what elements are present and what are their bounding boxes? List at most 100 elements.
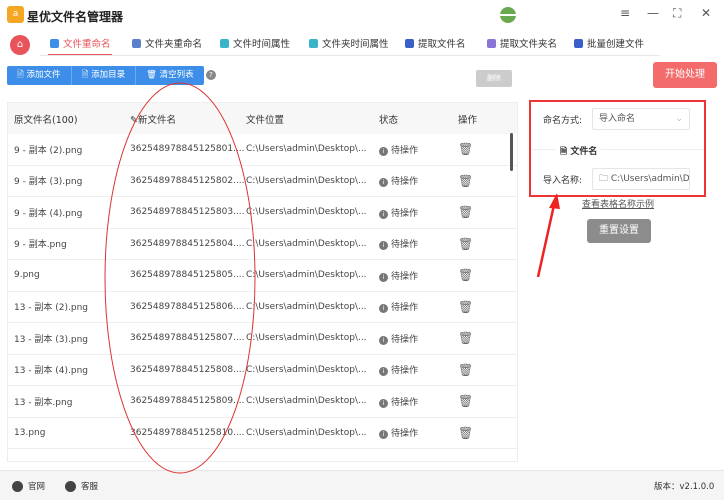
chevron-down-icon: ⌄	[675, 114, 683, 124]
table-row[interactable]: 9 - 副本.png 362548978845125804.... C:\Use…	[8, 229, 517, 260]
table-header: 原文件名(100) ✎新文件名 文件位置 状态 操作	[8, 103, 517, 134]
trash-icon[interactable]: 🗑	[458, 174, 473, 188]
trash-icon[interactable]: 🗑	[458, 394, 473, 408]
tab-4[interactable]: 提取文件名	[405, 36, 466, 50]
maximize-button[interactable]: ⛶	[673, 6, 681, 21]
tab-3[interactable]: 文件夹时间属性	[309, 36, 389, 50]
new-name: 362548978845125809....	[130, 396, 245, 407]
original-name: 9 - 副本 (2).png	[14, 145, 83, 156]
table-row[interactable]: 13 - 副本.png 362548978845125809.... C:\Us…	[8, 386, 517, 418]
header-new-name[interactable]: ✎新文件名	[130, 112, 176, 126]
status: i 待操作	[379, 174, 419, 188]
new-name: 362548978845125810....	[130, 427, 245, 438]
customer-service-link[interactable]: 客服	[65, 480, 98, 492]
tab-icon	[405, 38, 414, 48]
import-path-input[interactable]: 🗀 C:\Users\admin\Desktop	[592, 168, 690, 190]
website-link[interactable]: 官网	[12, 480, 45, 492]
tab-label: 文件时间属性	[233, 39, 291, 50]
table-row[interactable]: 9 - 副本 (4).png 362548978845125803.... C:…	[8, 197, 517, 229]
folder-icon: 🗀	[599, 174, 611, 184]
tab-2[interactable]: 文件时间属性	[220, 36, 290, 50]
info-icon: i	[379, 272, 388, 282]
file-location: C:\Users\admin\Desktop\...	[246, 207, 367, 218]
table-row[interactable]: 9 - 副本 (3).png 362548978845125802.... C:…	[8, 166, 517, 197]
file-location: C:\Users\admin\Desktop\...	[246, 301, 367, 312]
table-row[interactable]: 13 - 副本 (3).png 362548978845125807.... C…	[8, 323, 517, 355]
example-link[interactable]: 查看表格名称示例	[582, 197, 654, 210]
file-location: C:\Users\admin\Desktop\...	[246, 364, 367, 375]
start-processing-button[interactable]: 开始处理	[653, 62, 717, 88]
reset-settings-button[interactable]: 重置设置	[587, 219, 651, 243]
tab-label: 提取文件名	[418, 39, 466, 50]
annotation-arrow	[536, 204, 556, 278]
divider	[40, 55, 660, 56]
trash-icon[interactable]: 🗑	[458, 268, 473, 282]
table-row[interactable]: 13 - 副本 (4).png 362548978845125808.... C…	[8, 355, 517, 386]
info-icon: i	[379, 209, 388, 219]
original-name: 9.png	[14, 270, 40, 281]
close-button[interactable]: ✕	[701, 6, 711, 20]
status-label: 待操作	[391, 145, 419, 156]
chat-icon	[65, 480, 76, 492]
tab-icon	[132, 38, 141, 48]
clear-list-button[interactable]: 🗑 清空列表	[136, 66, 204, 85]
status: i 待操作	[379, 143, 418, 156]
minimize-button[interactable]: —	[647, 6, 659, 20]
section-label: 文件名	[570, 147, 598, 157]
info-icon: i	[379, 398, 388, 408]
tab-0[interactable]: 文件重命名	[50, 36, 111, 50]
status: i 待操作	[379, 332, 418, 345]
trash-icon[interactable]: 🗑	[458, 237, 473, 251]
edit-icon: ✎	[130, 114, 138, 126]
trash-icon[interactable]: 🗑	[458, 142, 473, 156]
status: i 待操作	[379, 300, 418, 314]
status: i 待操作	[379, 363, 419, 377]
trash-icon[interactable]: 🗑	[458, 205, 473, 219]
naming-mode-select[interactable]: 导入命名 ⌄	[592, 108, 690, 130]
tab-6[interactable]: 批量创建文件	[574, 36, 644, 50]
table-row[interactable]: 13.png 362548978845125810.... C:\Users\a…	[8, 418, 517, 449]
user-avatar[interactable]	[500, 7, 516, 23]
status: i 待操作	[379, 426, 419, 440]
add-directory-button[interactable]: 🗎 添加目录	[72, 66, 137, 85]
toolbar: 🗎 添加文件 🗎 添加目录 🗑 清空列表	[7, 66, 204, 85]
table-row[interactable]: 13 - 副本 (2).png 362548978845125806.... C…	[8, 292, 517, 323]
trash-icon[interactable]: 🗑	[458, 363, 473, 377]
tab-icon	[309, 38, 318, 48]
header-original-name[interactable]: 原文件名(100)	[14, 112, 78, 126]
website-label: 官网	[28, 482, 46, 492]
status-label: 待操作	[391, 177, 419, 188]
new-name: 362548978845125806....	[130, 301, 245, 312]
help-icon[interactable]: ?	[206, 70, 216, 80]
tab-5[interactable]: 提取文件夹名	[487, 36, 557, 50]
tab-1[interactable]: 文件夹重命名	[132, 36, 202, 50]
trash-icon[interactable]: 🗑	[458, 300, 473, 314]
original-name: 9 - 副本.png	[14, 240, 67, 251]
status-label: 待操作	[391, 429, 419, 440]
menu-icon[interactable]: ≡	[620, 6, 630, 20]
status-label: 待操作	[391, 366, 419, 377]
file-location: C:\Users\admin\Desktop\...	[246, 333, 367, 344]
file-location: C:\Users\admin\Desktop\...	[246, 396, 367, 407]
delete-button[interactable]: 删除	[476, 70, 512, 87]
import-path-value: C:\Users\admin\Desktop	[610, 174, 690, 184]
trash-icon[interactable]: 🗑	[458, 331, 473, 345]
new-name: 362548978845125808....	[130, 364, 245, 375]
status: i 待操作	[379, 269, 418, 282]
tab-icon	[487, 38, 496, 48]
file-location: C:\Users\admin\Desktop\...	[246, 175, 367, 186]
table-row[interactable]: 9 - 副本 (2).png 362548978845125801.... C:…	[8, 134, 517, 166]
table-scrollbar[interactable]	[510, 133, 513, 171]
tab-label: 批量创建文件	[587, 39, 645, 50]
home-button[interactable]: ⌂	[10, 35, 30, 55]
naming-mode-value: 导入命名	[599, 114, 636, 124]
footer: 官网 客服 版本：v2.1.0.0	[0, 470, 724, 500]
tab-icon	[220, 38, 229, 48]
info-icon: i	[379, 367, 388, 377]
trash-icon[interactable]: 🗑	[458, 426, 473, 440]
add-directory-label: 添加目录	[91, 70, 126, 80]
table-row[interactable]: 9.png 362548978845125805.... C:\Users\ad…	[8, 260, 517, 292]
add-file-button[interactable]: 🗎 添加文件	[7, 66, 72, 85]
title-bar: a 星优文件名管理器 ≡ — ⛶ ✕	[0, 0, 724, 30]
original-name: 13.png	[14, 427, 46, 438]
